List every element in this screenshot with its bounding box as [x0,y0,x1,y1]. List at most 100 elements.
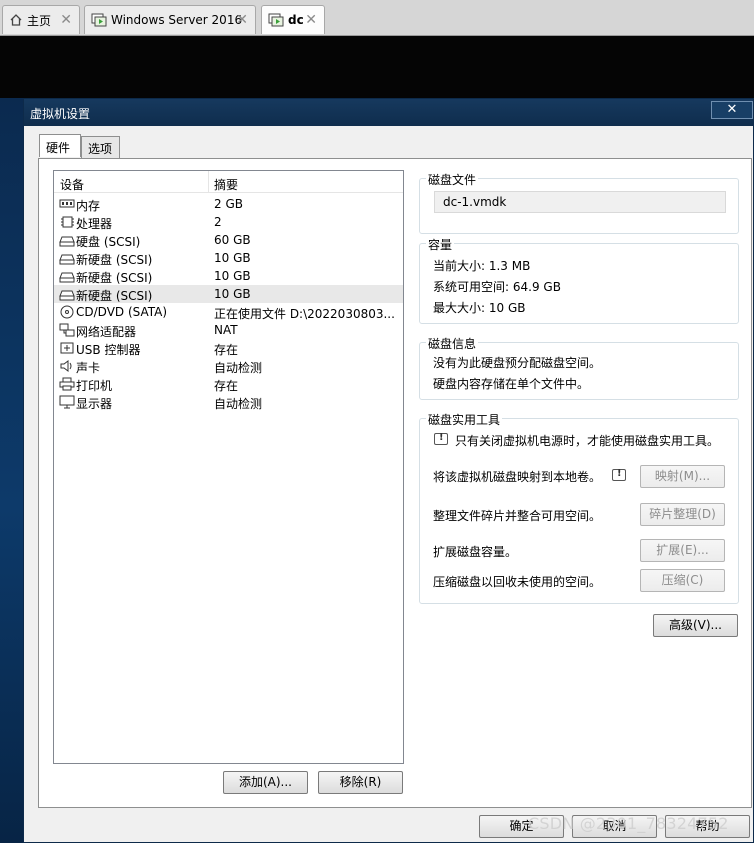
dialog-titlebar[interactable]: 虚拟机设置 [24,99,753,126]
close-icon[interactable]: ✕ [305,12,317,28]
device-row-memory[interactable]: 内存 2 GB [54,195,403,213]
device-row-usb[interactable]: USB 控制器 存在 [54,339,403,357]
disk-file-field[interactable]: dc-1.vmdk [434,191,726,213]
compact-button[interactable]: 压缩(C) [640,569,725,592]
disk-file-title: 磁盘文件 [426,171,479,188]
display-icon [59,395,75,409]
disk-file-group: 磁盘文件 dc-1.vmdk [419,171,739,234]
device-name: 新硬盘 (SCSI) [76,253,153,267]
device-summary: 60 GB [214,233,251,247]
device-summary: 自动检测 [214,361,263,375]
capacity-title: 容量 [426,236,455,253]
disk-info-line2: 硬盘内容存储在单个文件中。 [433,377,590,391]
device-name: 新硬盘 (SCSI) [76,289,153,303]
device-summary: 10 GB [214,251,251,265]
tab-home[interactable]: 主页 ✕ [2,5,80,34]
device-summary: 正在使用文件 D:\2022030803... [214,307,395,321]
device-list[interactable]: 设备 摘要 内存 2 GB 处理器 2 硬盘 (SCSI) 60 GB 新硬盘 … [53,170,404,764]
tab-windows-server-2016[interactable]: Windows Server 2016 ✕ [84,5,256,34]
harddisk-icon [59,290,75,301]
memory-icon [59,199,75,208]
info-icon [612,468,626,481]
device-list-header: 设备 摘要 [54,171,403,193]
close-icon[interactable]: ✕ [60,12,72,28]
map-label: 将该虚拟机磁盘映射到本地卷。 [433,470,602,484]
vm-running-icon [268,13,284,27]
device-summary: 2 GB [214,197,243,211]
column-device[interactable]: 设备 [60,176,84,193]
disk-info-group: 磁盘信息 没有为此硬盘预分配磁盘空间。 硬盘内容存储在单个文件中。 [419,335,739,400]
device-row-new-harddisk-selected[interactable]: 新硬盘 (SCSI) 10 GB [54,285,403,303]
usb-icon [60,342,74,354]
advanced-button[interactable]: 高级(V)... [653,614,738,637]
printer-icon [59,377,75,391]
console-area [0,36,754,98]
harddisk-icon [59,254,75,265]
disk-info-title: 磁盘信息 [426,335,479,352]
defrag-label: 整理文件碎片并整合可用空间。 [433,509,602,523]
device-summary: 2 [214,215,222,229]
disk-utilities-group: 磁盘实用工具 只有关闭虚拟机电源时，才能使用磁盘实用工具。 将该虚拟机磁盘映射到… [419,411,739,604]
device-name: CD/DVD (SATA) [76,305,168,319]
device-summary: 10 GB [214,287,251,301]
defrag-button[interactable]: 碎片整理(D) [640,503,725,526]
device-name: 硬盘 (SCSI) [76,235,141,249]
home-icon [10,14,22,26]
device-row-sound[interactable]: 声卡 自动检测 [54,357,403,375]
device-row-network[interactable]: 网络适配器 NAT [54,321,403,339]
dialog-close-button[interactable]: ✕ [711,101,753,119]
tab-dc[interactable]: dc ✕ [261,5,325,34]
current-size: 当前大小: 1.3 MB [433,259,531,273]
remove-device-button[interactable]: 移除(R) [318,771,403,794]
device-summary: 存在 [214,379,239,393]
device-summary: NAT [214,323,238,337]
disk-tools-note: 只有关闭虚拟机电源时，才能使用磁盘实用工具。 [455,434,720,448]
device-row-new-harddisk[interactable]: 新硬盘 (SCSI) 10 GB [54,267,403,285]
device-name: 打印机 [76,379,113,393]
device-summary: 存在 [214,343,239,357]
add-device-button[interactable]: 添加(A)... [223,771,308,794]
vm-icon [91,13,107,27]
device-row-cdrom[interactable]: CD/DVD (SATA) 正在使用文件 D:\2022030803... [54,303,403,321]
device-row-processor[interactable]: 处理器 2 [54,213,403,231]
tab-dc-label: dc [288,13,304,27]
cdrom-icon [60,305,74,319]
device-row-display[interactable]: 显示器 自动检测 [54,393,403,411]
device-name: 内存 [76,199,101,213]
hardware-panel: 设备 摘要 内存 2 GB 处理器 2 硬盘 (SCSI) 60 GB 新硬盘 … [38,158,752,808]
close-icon[interactable]: ✕ [236,12,248,28]
capacity-group: 容量 当前大小: 1.3 MB 系统可用空间: 64.9 GB 最大大小: 10… [419,236,739,324]
dialog-title: 虚拟机设置 [30,107,91,121]
column-separator [208,171,209,193]
tab-windows-server-label: Windows Server 2016 [111,13,243,27]
disk-utilities-title: 磁盘实用工具 [426,411,503,428]
processor-icon [61,216,74,228]
device-row-printer[interactable]: 打印机 存在 [54,375,403,393]
max-size: 最大大小: 10 GB [433,301,526,315]
compact-label: 压缩磁盘以回收未使用的空间。 [433,575,602,589]
harddisk-icon [59,236,75,247]
harddisk-icon [59,272,75,283]
map-button[interactable]: 映射(M)... [640,465,725,488]
device-name: 网络适配器 [76,325,137,339]
app-tab-strip: 主页 ✕ Windows Server 2016 ✕ dc ✕ [0,0,754,36]
expand-label: 扩展磁盘容量。 [433,545,518,559]
tab-hardware[interactable]: 硬件 [39,134,81,157]
available-space: 系统可用空间: 64.9 GB [433,280,561,294]
expand-button[interactable]: 扩展(E)... [640,539,725,562]
device-name: 新硬盘 (SCSI) [76,271,153,285]
device-name: 声卡 [76,361,101,375]
device-name: 处理器 [76,217,113,231]
device-name: 显示器 [76,397,113,411]
watermark: CSDN @2301_78324752 [528,814,729,833]
tab-options[interactable]: 选项 [81,136,120,158]
column-summary[interactable]: 摘要 [214,176,238,193]
device-row-harddisk[interactable]: 硬盘 (SCSI) 60 GB [54,231,403,249]
network-icon [59,323,75,337]
disk-info-line1: 没有为此硬盘预分配磁盘空间。 [433,356,602,370]
device-name: USB 控制器 [76,343,141,357]
device-row-new-harddisk[interactable]: 新硬盘 (SCSI) 10 GB [54,249,403,267]
info-icon [434,432,448,445]
device-summary: 自动检测 [214,397,263,411]
vm-settings-dialog: 虚拟机设置 ✕ 硬件 选项 设备 摘要 内存 2 GB 处理器 2 硬盘 (SC… [23,98,754,843]
